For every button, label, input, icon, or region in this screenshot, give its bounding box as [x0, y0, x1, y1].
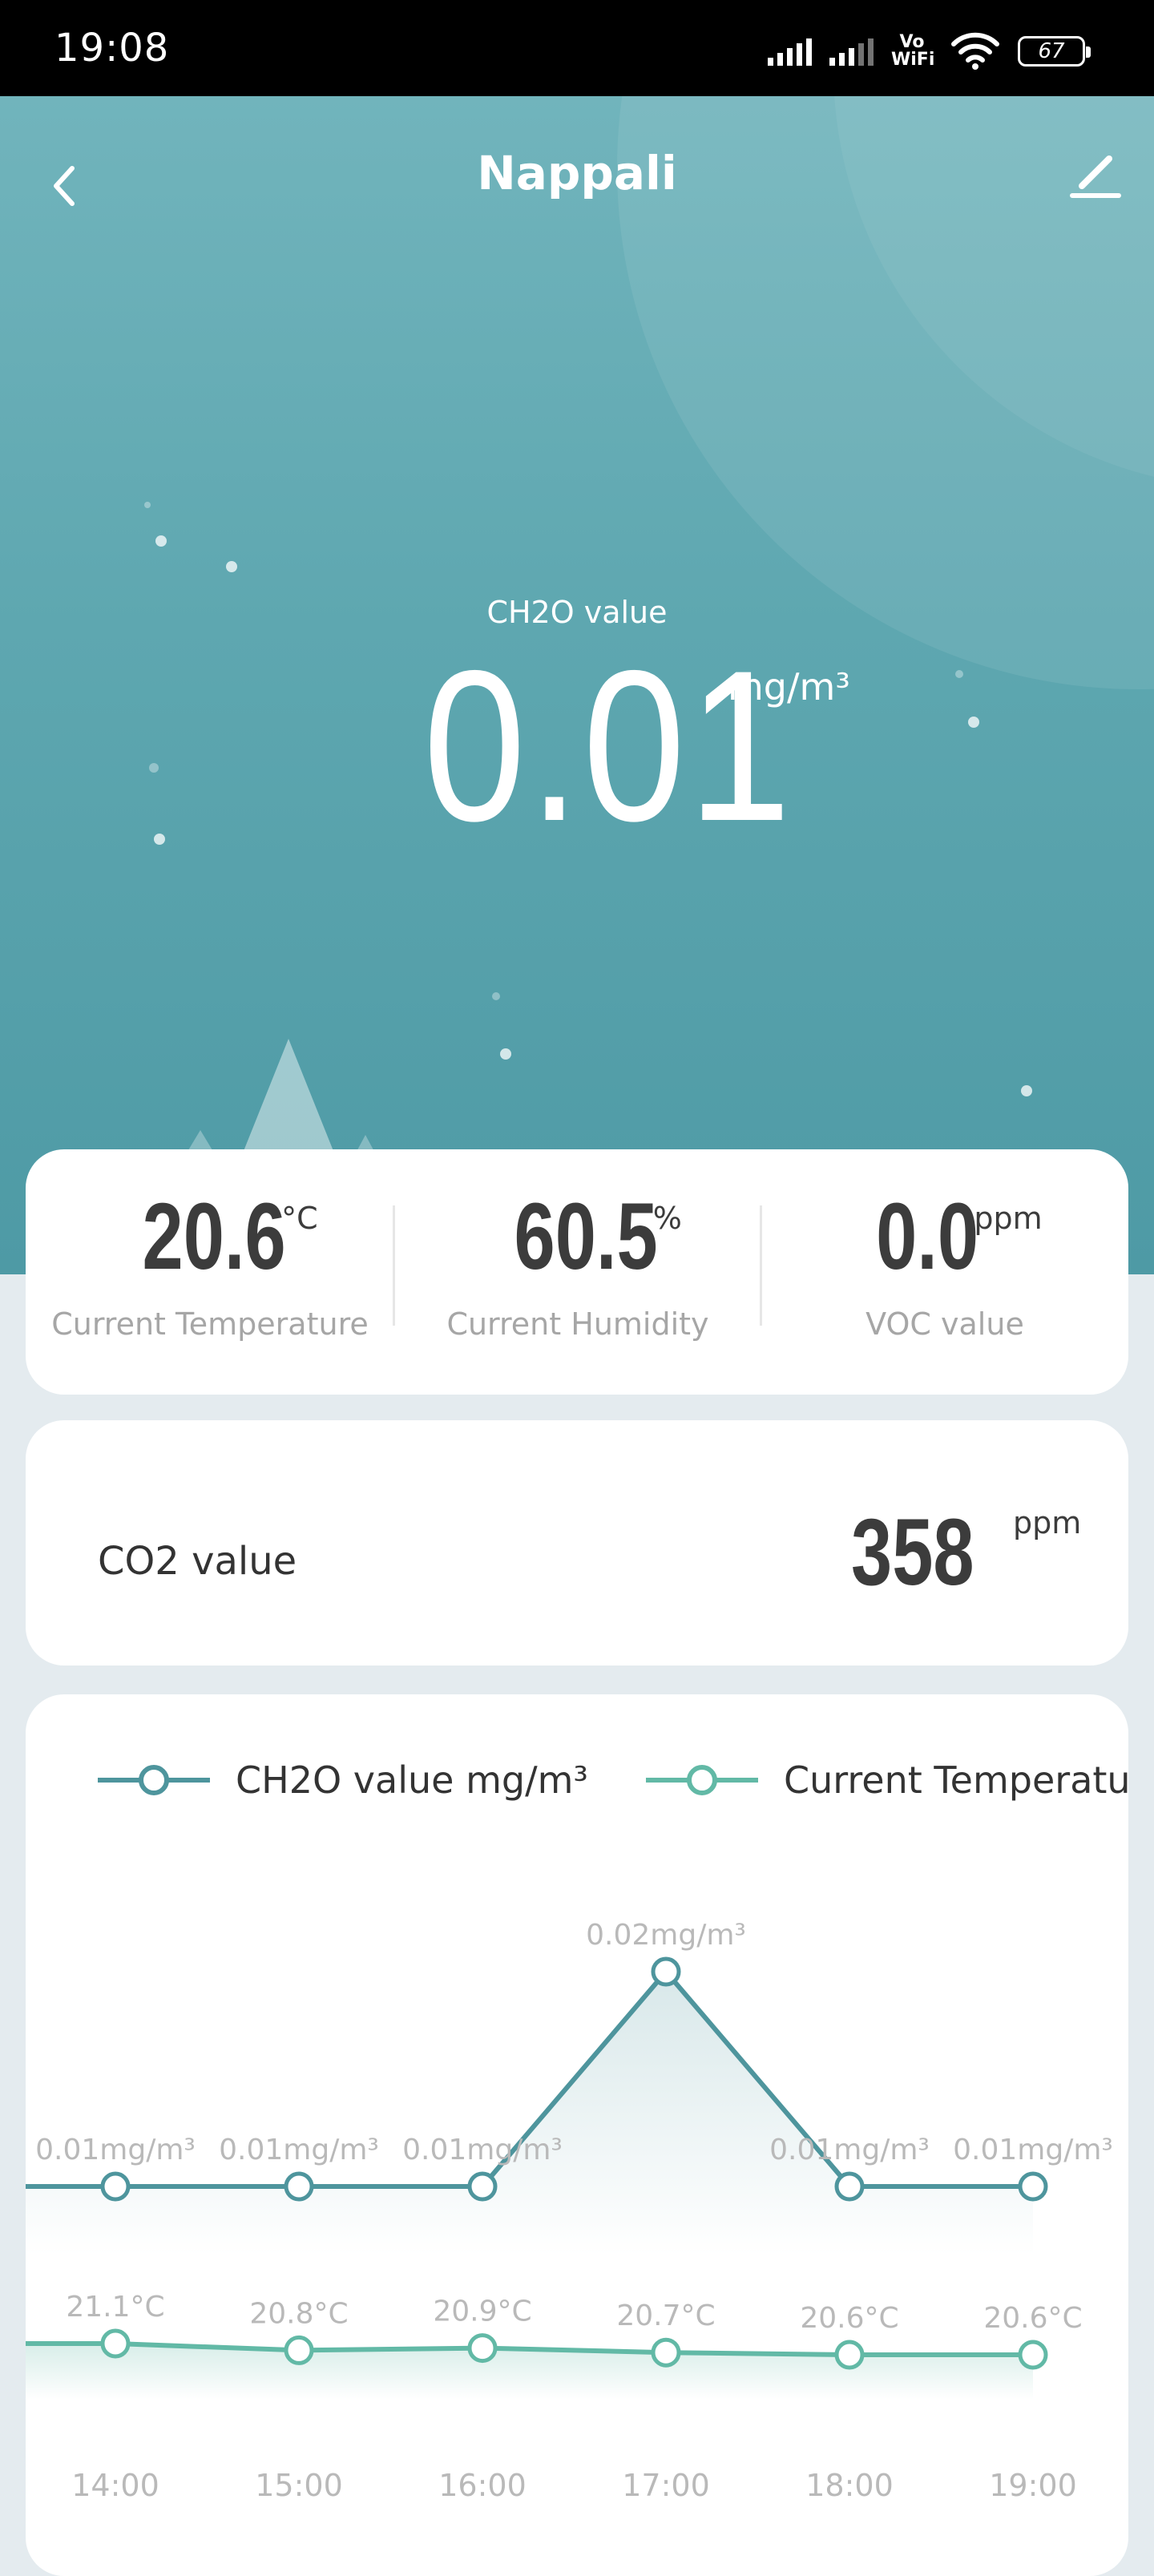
particle: [500, 1048, 511, 1060]
temperature-point: [284, 2335, 314, 2365]
temperature-data-label: 20.8°C: [249, 2297, 348, 2330]
humidity-value: 60.5: [514, 1184, 658, 1290]
ch2o-data-label: 0.01mg/m³: [402, 2134, 563, 2166]
ch2o-unit: mg/m³: [728, 665, 850, 709]
ch2o-point: [467, 2171, 498, 2202]
temperature-point: [100, 2328, 131, 2359]
ch2o-data-label: 0.01mg/m³: [219, 2134, 379, 2166]
wifi-icon: [951, 32, 999, 70]
ch2o-data-label: 0.01mg/m³: [769, 2134, 930, 2166]
ch2o-area: [26, 1972, 1033, 2255]
ch2o-data-label: 0.02mg/m³: [586, 1919, 746, 1952]
ch2o-value: 0.01: [423, 625, 794, 866]
ch2o-data-label: 0.01mg/m³: [35, 2134, 196, 2166]
ch2o-point: [651, 1956, 681, 1987]
particle: [149, 763, 159, 773]
vowifi-icon: Vo WiFi: [891, 32, 935, 70]
line-chart: 0.01mg/m³ 0.01mg/m³ 0.01mg/m³ 0.02mg/m³ 0.01…: [26, 1919, 1113, 2503]
temperature-point: [651, 2337, 681, 2368]
chart-card: CH2O value mg/m³ Current Temperature 0.0…: [26, 1694, 1128, 2576]
voc-stat: 0.0ppm VOC value: [761, 1149, 1128, 1395]
status-icons: Vo WiFi 67: [768, 26, 1091, 77]
particle: [154, 834, 165, 845]
voc-unit: ppm: [974, 1201, 1043, 1236]
battery-level: 67: [1038, 39, 1065, 63]
temperature-point: [467, 2333, 498, 2364]
temperature-label: Current Temperature: [51, 1306, 369, 1342]
temperature-point: [834, 2340, 865, 2370]
particle: [492, 992, 500, 1000]
x-tick-label: 16:00: [438, 2468, 527, 2503]
temperature-area: [26, 2344, 1033, 2400]
stats-card: 20.6°C Current Temperature 60.5% Current…: [26, 1149, 1128, 1395]
x-tick-label: 14:00: [71, 2468, 159, 2503]
edit-button[interactable]: [1058, 144, 1130, 216]
temperature-data-label: 20.9°C: [433, 2295, 531, 2328]
particle: [955, 670, 963, 678]
particle: [226, 561, 237, 572]
particle: [968, 717, 979, 728]
temperature-data-label: 20.7°C: [616, 2299, 715, 2332]
hero-panel: Nappali CH2O value 0.01 mg/m³: [0, 96, 1154, 1274]
humidity-label: Current Humidity: [446, 1306, 709, 1342]
particle: [144, 502, 151, 508]
x-tick-label: 17:00: [622, 2468, 710, 2503]
co2-value: 358: [851, 1500, 974, 1605]
pencil-icon: [1070, 155, 1121, 198]
humidity-stat: 60.5% Current Humidity: [394, 1149, 761, 1395]
cellular-signal-2-icon: [829, 37, 874, 66]
page-title: Nappali: [477, 146, 677, 200]
voc-label: VOC value: [866, 1306, 1024, 1342]
ch2o-point: [100, 2171, 131, 2202]
temperature-data-label: 21.1°C: [66, 2291, 164, 2324]
ch2o-data-label: 0.01mg/m³: [953, 2134, 1113, 2166]
x-tick-label: 19:00: [989, 2468, 1077, 2503]
battery-icon: 67: [1018, 36, 1091, 67]
temperature-value: 20.6: [142, 1184, 287, 1290]
ch2o-point: [284, 2171, 314, 2202]
mountain-decoration: [240, 1039, 337, 1159]
cellular-signal-icon: [768, 37, 812, 66]
temperature-data-label: 20.6°C: [800, 2302, 898, 2335]
ch2o-point: [1018, 2171, 1048, 2202]
particle: [155, 535, 167, 547]
particle: [1021, 1085, 1032, 1096]
temperature-unit: °C: [281, 1201, 318, 1236]
ch2o-point: [834, 2171, 865, 2202]
temperature-data-label: 20.6°C: [983, 2302, 1082, 2335]
status-bar: 19:08 Vo WiFi 67: [0, 0, 1154, 96]
voc-value: 0.0: [876, 1184, 979, 1290]
co2-label: CO2 value: [98, 1539, 297, 1584]
co2-card[interactable]: CO2 value 358 ppm: [26, 1420, 1128, 1666]
x-tick-label: 18:00: [805, 2468, 894, 2503]
co2-unit: ppm: [1013, 1505, 1082, 1540]
temperature-stat: 20.6°C Current Temperature: [26, 1149, 394, 1395]
status-time: 19:08: [54, 26, 170, 71]
x-tick-label: 15:00: [255, 2468, 343, 2503]
temperature-point: [1018, 2340, 1048, 2370]
